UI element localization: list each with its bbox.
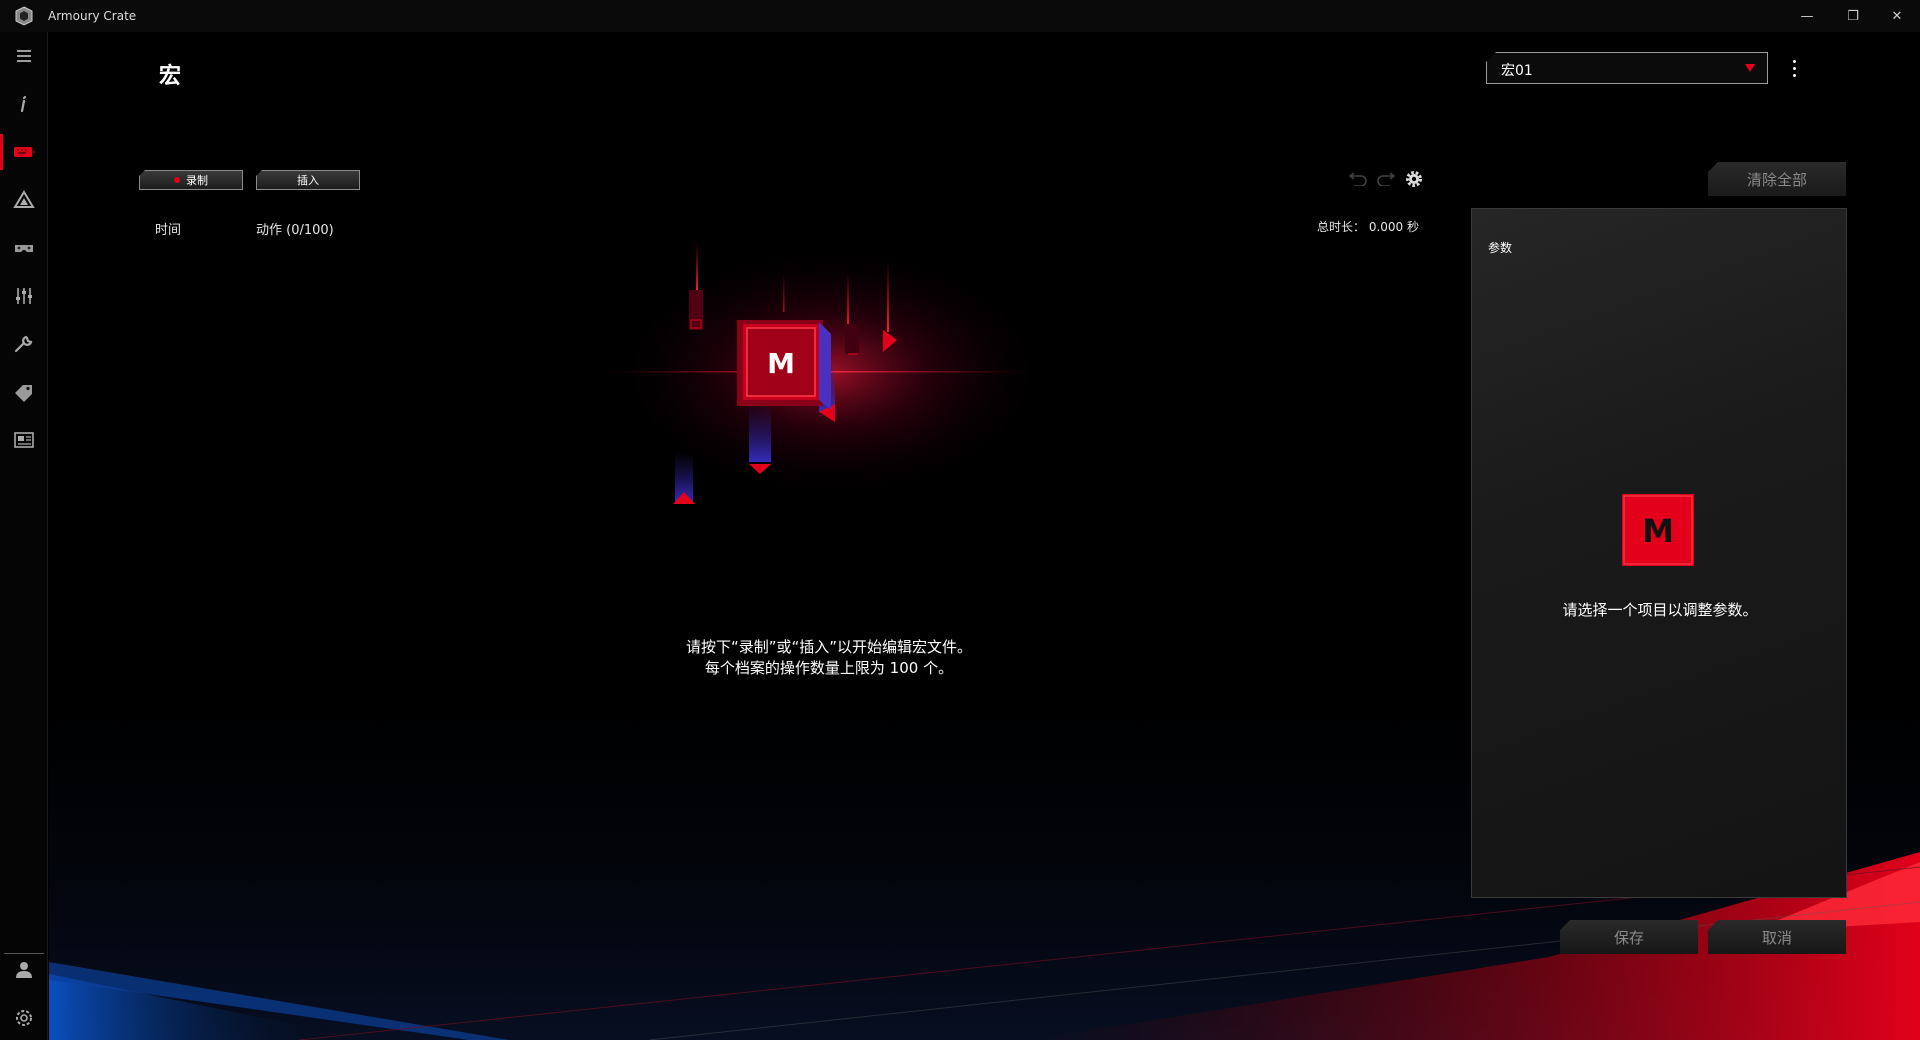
- wrench-icon: [14, 335, 33, 353]
- gamepad-icon: [15, 245, 33, 252]
- parameters-hint: 请选择一个项目以调整参数。: [1562, 601, 1758, 619]
- keyboard-device-icon: [14, 147, 35, 157]
- more-dot: [1792, 66, 1796, 70]
- param-key-letter: M: [1642, 512, 1674, 550]
- minimize-icon: —: [1800, 8, 1814, 24]
- hamburger-menu-icon: [17, 50, 31, 62]
- main-content: 宏 宏01 录制 插入 时间 动作 (0/100) 总时长： 0.000 秒 清…: [49, 32, 1920, 1040]
- title-bar: Armoury Crate — ❐ ✕: [0, 0, 1920, 32]
- more-options-button[interactable]: [1782, 54, 1806, 82]
- column-header-time: 时间: [155, 223, 182, 238]
- parameters-title: 参数: [1488, 241, 1513, 255]
- restore-button[interactable]: ❐: [1830, 0, 1876, 32]
- insert-button[interactable]: 插入: [256, 170, 360, 190]
- aura-triangle-icon: [13, 190, 35, 208]
- sidebar-item-scenario[interactable]: [0, 272, 48, 320]
- total-duration: 总时长： 0.000 秒: [1317, 220, 1419, 234]
- redo-icon: [1377, 172, 1396, 186]
- undo-button[interactable]: [1347, 168, 1369, 190]
- sidebar-item-settings[interactable]: [0, 994, 48, 1040]
- sliders-icon: [16, 288, 32, 304]
- save-button-label: 保存: [1613, 928, 1644, 947]
- empty-hint-line2: 每个档案的操作数量上限为 100 个。: [704, 659, 954, 677]
- macro-key-letter: M: [767, 347, 795, 380]
- sidebar-item-gamevisual[interactable]: [0, 224, 48, 272]
- sidebar-item-user[interactable]: [0, 946, 48, 994]
- redo-button[interactable]: [1375, 168, 1397, 190]
- minimize-button[interactable]: —: [1784, 0, 1830, 32]
- sidebar-menu-button[interactable]: [0, 32, 48, 80]
- tag-icon: [15, 385, 32, 402]
- sidebar-item-tools[interactable]: [0, 320, 48, 368]
- close-button[interactable]: ✕: [1874, 0, 1920, 32]
- chevron-down-icon: [1745, 64, 1755, 72]
- profile-select-value: 宏01: [1501, 63, 1533, 79]
- sidebar-item-deals[interactable]: [0, 368, 48, 416]
- restore-icon: ❐: [1847, 8, 1859, 24]
- parameters-panel: 参数 M 请选择一个项目以调整参数。: [1471, 208, 1847, 898]
- record-dot-icon: [174, 177, 180, 183]
- undo-icon: [1348, 172, 1367, 186]
- cancel-button[interactable]: 取消: [1708, 920, 1846, 954]
- sidebar-item-info[interactable]: [0, 80, 48, 128]
- close-icon: ✕: [1891, 8, 1903, 24]
- more-dot: [1792, 73, 1796, 77]
- gear-icon: [1406, 171, 1422, 187]
- column-header-action: 动作 (0/100): [256, 223, 334, 238]
- info-icon: [20, 95, 27, 113]
- macro-key-illustration: M: [609, 242, 1051, 504]
- more-dot: [1792, 59, 1796, 63]
- cancel-button-label: 取消: [1761, 928, 1792, 947]
- clear-all-button[interactable]: 清除全部: [1708, 162, 1846, 196]
- sidebar-item-device[interactable]: [0, 128, 48, 176]
- sidebar-item-news[interactable]: [0, 416, 48, 464]
- news-icon: [14, 432, 34, 448]
- clear-all-label: 清除全部: [1746, 170, 1807, 189]
- page-title: 宏: [159, 64, 182, 89]
- user-icon: [16, 962, 32, 978]
- sidebar-item-aura[interactable]: [0, 176, 48, 224]
- save-button[interactable]: 保存: [1560, 920, 1698, 954]
- app-title: Armoury Crate: [48, 9, 137, 23]
- insert-button-label: 插入: [297, 174, 319, 187]
- app-logo-icon: [15, 6, 33, 26]
- record-button[interactable]: 录制: [139, 170, 243, 190]
- macro-settings-button[interactable]: [1403, 168, 1425, 190]
- gear-icon: [16, 1010, 32, 1026]
- profile-select[interactable]: 宏01: [1486, 52, 1768, 84]
- empty-hint-line1: 请按下“录制”或“插入”以开始编辑宏文件。: [685, 638, 973, 656]
- record-button-label: 录制: [186, 174, 208, 187]
- macro-key-icon: M: [1622, 494, 1694, 566]
- sidebar: [0, 32, 48, 1040]
